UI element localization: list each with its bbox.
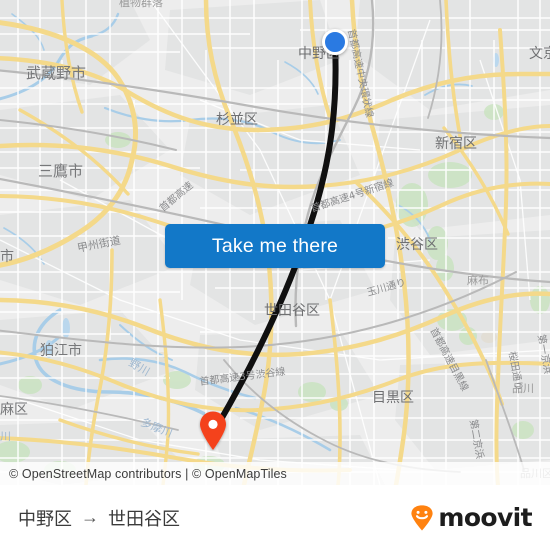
route-summary: 中野区 → 世田谷区	[18, 505, 180, 531]
origin-label: 中野区	[18, 508, 72, 529]
origin-marker[interactable]	[322, 29, 348, 55]
take-me-there-button[interactable]: Take me there	[165, 224, 385, 268]
page-footer: 中野区 → 世田谷区 moovit	[0, 485, 550, 550]
moovit-logo[interactable]: moovit	[409, 503, 533, 532]
arrow-icon: →	[81, 507, 99, 527]
destination-marker[interactable]	[198, 411, 228, 451]
attribution-text: © OpenStreetMap contributors | © OpenMap…	[9, 466, 287, 481]
moovit-pin-icon	[411, 504, 433, 530]
destination-label: 世田谷区	[108, 508, 180, 529]
moovit-wordmark: moovit	[438, 503, 532, 532]
moovit-map-page: 植物群落武蔵野市三鷹市中野区杉並区新宿区文京区渋谷区世田谷区目黒区狛江市麻区市麻…	[0, 0, 550, 550]
map-canvas[interactable]: 植物群落武蔵野市三鷹市中野区杉並区新宿区文京区渋谷区世田谷区目黒区狛江市麻区市麻…	[0, 0, 550, 485]
map-attribution: © OpenStreetMap contributors | © OpenMap…	[0, 462, 550, 485]
